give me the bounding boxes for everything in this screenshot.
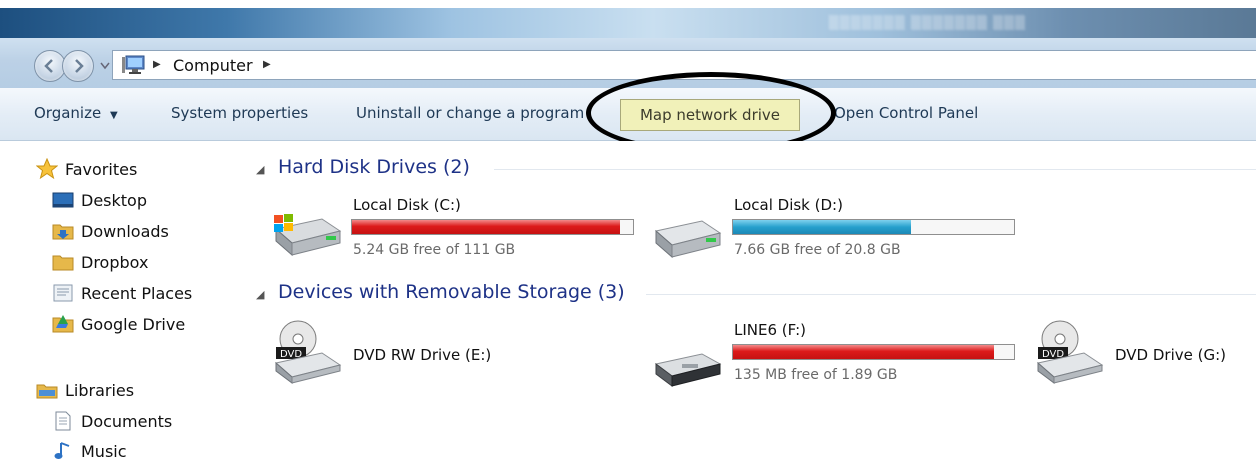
- nav-item-desktop[interactable]: Desktop: [52, 187, 147, 213]
- nav-item-downloads[interactable]: Downloads: [52, 218, 169, 244]
- breadcrumb-arrow-icon[interactable]: ▶: [153, 59, 161, 70]
- libraries-icon: [36, 384, 58, 399]
- dvd-drive-icon: DVD: [274, 320, 342, 384]
- back-arrow-icon: [44, 59, 53, 73]
- recent-places-icon: [53, 284, 73, 302]
- navigation-pane: Favorites Desktop Downloads Dropbox Rece…: [0, 141, 244, 461]
- downloads-folder-icon: [52, 224, 74, 240]
- collapse-arrow-icon[interactable]: ◢: [256, 163, 264, 176]
- drive-d-name: Local Disk (D:): [734, 196, 843, 214]
- uninstall-program-button[interactable]: Uninstall or change a program: [356, 104, 584, 122]
- content-pane: ◢ Hard Disk Drives (2) Local Disk (C:) 5…: [244, 141, 1256, 460]
- nav-favorites-label: Favorites: [65, 159, 138, 179]
- drive-c-usage-fill: [352, 220, 620, 234]
- drive-d-free-space: 7.66 GB free of 20.8 GB: [734, 242, 901, 258]
- nav-item-google-drive[interactable]: Google Drive: [52, 311, 185, 337]
- forward-arrow-icon: [75, 59, 84, 73]
- drive-e-name: DVD RW Drive (E:): [353, 346, 492, 364]
- drive-d-usage-bar: [732, 219, 1015, 235]
- collapse-arrow-icon[interactable]: ◢: [256, 288, 264, 301]
- forward-button[interactable]: [62, 50, 94, 82]
- nav-libraries-label: Libraries: [65, 380, 135, 400]
- dropbox-folder-icon: [52, 255, 74, 271]
- drive-c-usage-bar: [351, 219, 634, 235]
- group-divider: [646, 294, 1256, 295]
- organize-label: Organize: [34, 104, 102, 122]
- nav-item-label: Music: [81, 441, 127, 461]
- recent-pages-dropdown-icon[interactable]: [100, 62, 110, 70]
- drive-f-free-space: 135 MB free of 1.89 GB: [734, 367, 898, 383]
- drive-d-usage-fill: [733, 220, 911, 234]
- nav-favorites[interactable]: Favorites: [36, 156, 137, 182]
- windows-disk-icon: [274, 214, 342, 257]
- drive-f-usage-bar: [732, 344, 1015, 360]
- documents-icon: [55, 411, 71, 431]
- chevron-down-icon: ▼: [109, 110, 118, 121]
- nav-item-documents[interactable]: Documents: [52, 408, 172, 434]
- nav-item-label: Desktop: [81, 190, 147, 210]
- breadcrumb-arrow-icon[interactable]: ▶: [263, 59, 271, 70]
- nav-item-label: Google Drive: [81, 314, 186, 334]
- removable-disk-icon: [654, 353, 722, 387]
- drive-f-usage-fill: [733, 345, 995, 359]
- blurred-title: ▒▒▒▒▒▒▒ ▒▒▒▒▒▒▒ ▒▒▒: [828, 16, 1026, 31]
- star-icon: [36, 158, 58, 180]
- group-header-removable[interactable]: Devices with Removable Storage (3): [278, 281, 625, 303]
- hard-disk-icon: [654, 220, 722, 259]
- nav-libraries[interactable]: Libraries: [36, 377, 134, 403]
- title-bar: ▒▒▒▒▒▒▒ ▒▒▒▒▒▒▒ ▒▒▒: [0, 8, 1256, 38]
- drive-f-name: LINE6 (F:): [734, 321, 807, 339]
- nav-item-label: Documents: [81, 411, 173, 431]
- nav-item-recent-places[interactable]: Recent Places: [52, 280, 192, 306]
- nav-item-label: Downloads: [81, 221, 169, 241]
- drive-g-name: DVD Drive (G:): [1115, 346, 1227, 364]
- organize-button[interactable]: Organize ▼: [34, 104, 118, 122]
- nav-item-dropbox[interactable]: Dropbox: [52, 249, 148, 275]
- group-header-hard-disks[interactable]: Hard Disk Drives (2): [278, 156, 470, 178]
- music-icon: [54, 442, 70, 459]
- nav-item-label: Recent Places: [81, 283, 193, 303]
- breadcrumb-computer[interactable]: Computer: [173, 56, 253, 75]
- desktop-icon: [52, 192, 74, 208]
- google-drive-folder-icon: [52, 315, 74, 333]
- group-divider: [494, 169, 1256, 170]
- nav-item-music[interactable]: Music: [52, 438, 127, 464]
- drive-c-name: Local Disk (C:): [353, 196, 461, 214]
- nav-item-label: Dropbox: [81, 252, 149, 272]
- system-properties-button[interactable]: System properties: [171, 104, 308, 122]
- drive-c-free-space: 5.24 GB free of 111 GB: [353, 242, 516, 258]
- computer-icon: [122, 55, 145, 74]
- open-control-panel-button[interactable]: Open Control Panel: [834, 104, 978, 122]
- address-bar: ▶ Computer ▶: [0, 38, 1256, 88]
- dvd-drive-icon: DVD: [1036, 320, 1104, 384]
